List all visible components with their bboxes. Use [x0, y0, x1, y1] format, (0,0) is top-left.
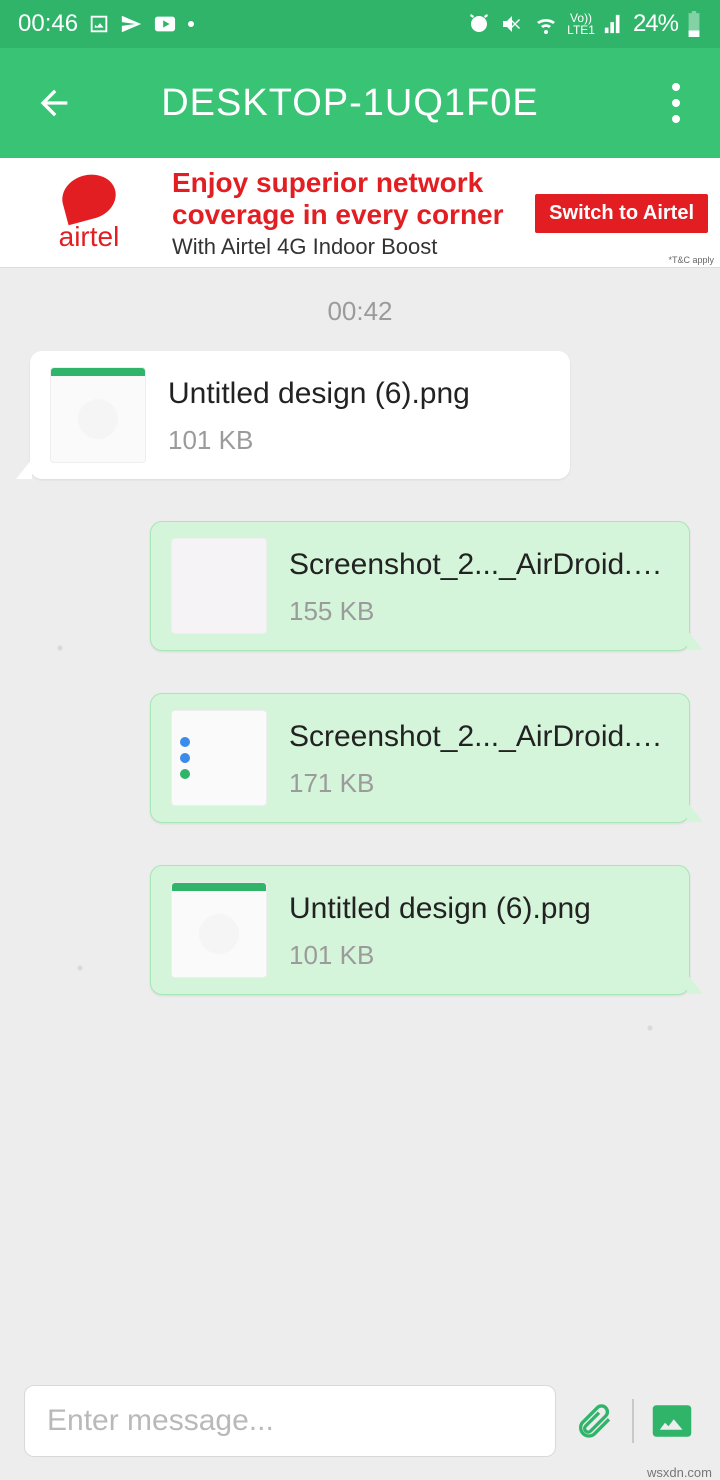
- file-name: Screenshot_2..._AirDroid.jpg: [289, 717, 669, 756]
- ad-banner[interactable]: airtel Enjoy superior network coverage i…: [0, 158, 720, 268]
- more-vertical-icon: [671, 83, 681, 123]
- alarm-icon: [467, 12, 491, 36]
- message-bubble[interactable]: Screenshot_2..._AirDroid.jpg 171 KB: [150, 693, 690, 823]
- attach-button[interactable]: [570, 1397, 618, 1445]
- message-bubble[interactable]: Untitled design (6).png 101 KB: [30, 351, 570, 479]
- app-bar: DESKTOP-1UQ1F0E: [0, 48, 720, 158]
- status-bar: 00:46 Vo)) LTE1 24%: [0, 0, 720, 48]
- file-info: Untitled design (6).png 101 KB: [289, 889, 669, 971]
- file-name: Screenshot_2..._AirDroid.jpg: [289, 545, 669, 584]
- message-input[interactable]: [24, 1385, 556, 1457]
- ad-disclaimer: *T&C apply: [668, 255, 714, 265]
- file-thumbnail: [171, 538, 267, 634]
- mute-icon: [499, 12, 525, 36]
- file-size: 171 KB: [289, 768, 669, 799]
- page-title: DESKTOP-1UQ1F0E: [44, 82, 656, 125]
- file-info: Screenshot_2..._AirDroid.jpg 155 KB: [289, 545, 669, 627]
- picture-icon: [651, 1400, 693, 1442]
- separator: [632, 1399, 634, 1443]
- battery-text: 24%: [633, 10, 678, 38]
- chat-timestamp: 00:42: [0, 296, 720, 327]
- send-icon: [120, 13, 142, 35]
- volte-icon: Vo)) LTE1: [567, 12, 595, 36]
- status-left: 00:46: [18, 10, 194, 38]
- more-dot-icon: [188, 21, 194, 27]
- file-thumbnail: [171, 882, 267, 978]
- message-bubble[interactable]: Untitled design (6).png 101 KB: [150, 865, 690, 995]
- file-info: Screenshot_2..._AirDroid.jpg 171 KB: [289, 717, 669, 799]
- message-bubble[interactable]: Screenshot_2..._AirDroid.jpg 155 KB: [150, 521, 690, 651]
- status-right: Vo)) LTE1 24%: [467, 10, 702, 38]
- input-bar: [0, 1380, 720, 1462]
- watermark: wsxdn.com: [645, 1465, 714, 1480]
- ad-logo: airtel: [24, 175, 154, 253]
- file-size: 101 KB: [168, 425, 550, 456]
- chat-area[interactable]: 00:42 Untitled design (6).png 101 KB Scr…: [0, 268, 720, 1372]
- file-size: 101 KB: [289, 940, 669, 971]
- file-size: 155 KB: [289, 596, 669, 627]
- image-icon: [88, 13, 110, 35]
- file-name: Untitled design (6).png: [168, 374, 550, 413]
- ad-subline: With Airtel 4G Indoor Boost: [172, 234, 535, 260]
- clock: 00:46: [18, 10, 78, 38]
- overflow-menu-button[interactable]: [656, 83, 696, 123]
- wifi-icon: [533, 12, 559, 36]
- image-button[interactable]: [648, 1397, 696, 1445]
- ad-headline: Enjoy superior network coverage in every…: [172, 167, 535, 230]
- signal-icon: [603, 13, 625, 35]
- file-thumbnail: [171, 710, 267, 806]
- ad-text: Enjoy superior network coverage in every…: [154, 167, 535, 260]
- ad-cta-button[interactable]: Switch to Airtel: [535, 194, 708, 233]
- file-thumbnail: [50, 367, 146, 463]
- paperclip-icon: [574, 1401, 614, 1441]
- youtube-icon: [152, 13, 178, 35]
- file-name: Untitled design (6).png: [289, 889, 669, 928]
- airtel-swirl-icon: [57, 168, 121, 224]
- file-info: Untitled design (6).png 101 KB: [168, 374, 550, 456]
- battery-icon: [686, 11, 702, 37]
